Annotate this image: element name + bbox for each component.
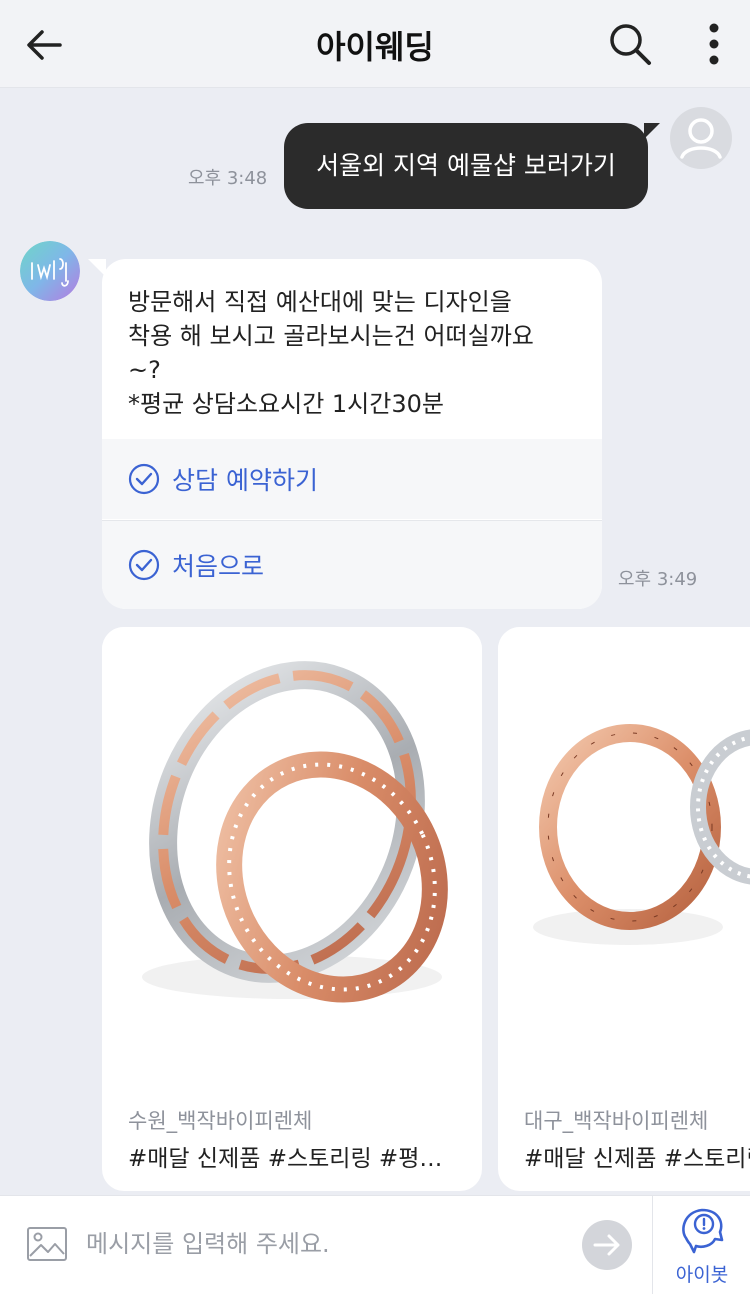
product-title: #매달 신제품 #스토리링 bbox=[524, 1146, 750, 1172]
more-vertical-icon bbox=[709, 23, 719, 65]
iwedding-logo-icon bbox=[20, 241, 80, 301]
send-button[interactable] bbox=[582, 1220, 632, 1270]
wedding-rings-image bbox=[142, 661, 448, 1003]
product-title: #매달 신제품 #스토리링 #평… bbox=[128, 1146, 443, 1172]
chat-area[interactable]: 오후 3:48 서울외 지역 예물샵 보러가기 방문해서 직접 예산대에 맞는 … bbox=[0, 89, 750, 1195]
bot-message-line: 방문해서 직접 예산대에 맞는 디자인을 bbox=[128, 288, 512, 316]
aibot-button[interactable]: 아이봇 bbox=[662, 1204, 742, 1290]
arrow-left-icon bbox=[27, 30, 62, 60]
book-consultation-button[interactable]: 상담 예약하기 bbox=[102, 439, 602, 519]
product-subtitle: 수원_백작바이피렌체 bbox=[128, 1109, 313, 1133]
message-input[interactable] bbox=[86, 1224, 566, 1264]
check-circle-icon bbox=[128, 463, 160, 495]
product-card[interactable]: 대구_백작바이피렌체 #매달 신제품 #스토리링 bbox=[498, 627, 750, 1191]
bot-message-line: ~? bbox=[128, 356, 161, 384]
bot-message-line: *평균 상담소요시간 1시간30분 bbox=[128, 390, 444, 418]
button-label: 상담 예약하기 bbox=[172, 466, 318, 495]
product-image bbox=[498, 627, 750, 1067]
button-label: 처음으로 bbox=[172, 552, 265, 581]
divider bbox=[652, 1196, 653, 1294]
check-circle-icon bbox=[128, 549, 160, 581]
product-subtitle: 대구_백작바이피렌체 bbox=[524, 1109, 709, 1133]
search-button[interactable] bbox=[604, 18, 656, 70]
message-time: 오후 3:49 bbox=[618, 569, 698, 590]
bot-message-line: 착용 해 보시고 골라보시는건 어떠실까요 bbox=[128, 322, 534, 350]
arrow-right-icon bbox=[593, 1234, 620, 1256]
user-message-bubble: 서울외 지역 예물샵 보러가기 bbox=[284, 123, 660, 209]
aibot-label: 아이봇 bbox=[675, 1264, 729, 1286]
more-options-button[interactable] bbox=[694, 18, 734, 70]
search-icon bbox=[610, 24, 651, 65]
back-button[interactable] bbox=[20, 20, 70, 70]
bot-avatar bbox=[20, 241, 80, 301]
message-input-bar: 아이봇 bbox=[0, 1195, 750, 1294]
message-time: 오후 3:48 bbox=[188, 168, 268, 189]
person-icon bbox=[671, 108, 731, 168]
go-to-start-button[interactable]: 처음으로 bbox=[102, 520, 602, 609]
wedding-rings-image bbox=[533, 724, 750, 945]
bot-message-text: 방문해서 직접 예산대에 맞는 디자인을 착용 해 보시고 골라보시는건 어떠실… bbox=[102, 259, 602, 439]
user-avatar bbox=[670, 107, 732, 169]
app-header: 아이웨딩 bbox=[0, 0, 750, 88]
bot-message-card: 방문해서 직접 예산대에 맞는 디자인을 착용 해 보시고 골라보시는건 어떠실… bbox=[102, 259, 602, 609]
chatbot-head-icon bbox=[682, 1208, 724, 1254]
image-icon bbox=[27, 1227, 67, 1261]
product-card[interactable]: 수원_백작바이피렌체 #매달 신제품 #스토리링 #평… bbox=[102, 627, 482, 1191]
attach-image-button[interactable] bbox=[26, 1226, 68, 1262]
product-image bbox=[102, 627, 482, 1067]
